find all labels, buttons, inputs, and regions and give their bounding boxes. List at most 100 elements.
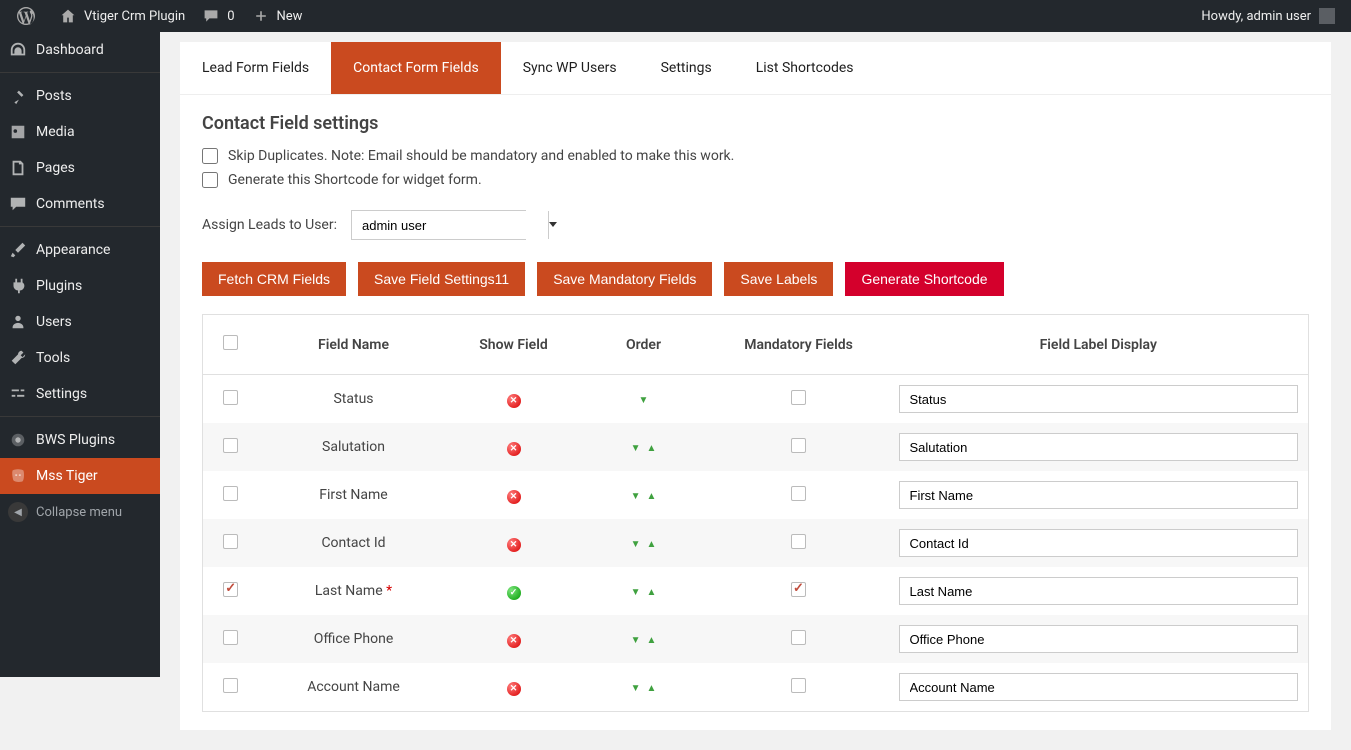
mandatory-checkbox[interactable] xyxy=(791,678,806,693)
tab-contact-form-fields[interactable]: Contact Form Fields xyxy=(331,42,501,94)
brush-icon xyxy=(8,240,28,260)
tab-list-shortcodes[interactable]: List Shortcodes xyxy=(734,42,876,94)
move-down-icon[interactable]: ▼ xyxy=(628,539,644,550)
media-icon xyxy=(8,122,28,142)
save-settings-button[interactable]: Save Field Settings11 xyxy=(358,262,525,296)
row-checkbox[interactable] xyxy=(223,678,238,693)
skip-duplicates-checkbox[interactable] xyxy=(202,148,218,164)
sidebar-menu: Dashboard Posts MediaPagesComments Appearan… xyxy=(0,32,160,494)
mandatory-checkbox[interactable] xyxy=(791,630,806,645)
show-field-status-icon[interactable]: ✕ xyxy=(507,442,521,456)
sidebar-item-posts[interactable]: Posts xyxy=(0,78,160,114)
move-up-icon[interactable]: ▲ xyxy=(644,491,660,502)
move-down-icon[interactable]: ▼ xyxy=(628,491,644,502)
mandatory-checkbox[interactable] xyxy=(791,390,806,405)
row-checkbox[interactable] xyxy=(223,390,238,405)
field-label-input[interactable] xyxy=(899,433,1299,461)
sidebar-item-label: Appearance xyxy=(36,242,110,258)
row-checkbox[interactable] xyxy=(223,630,238,645)
comments-item[interactable]: 0 xyxy=(193,0,242,32)
show-field-status-icon[interactable]: ✕ xyxy=(507,394,521,408)
mandatory-checkbox[interactable] xyxy=(791,486,806,501)
howdy-item[interactable]: Howdy, admin user xyxy=(1193,0,1343,32)
site-home-item[interactable]: Vtiger Crm Plugin xyxy=(50,0,193,32)
mandatory-checkbox[interactable] xyxy=(791,534,806,549)
new-label: New xyxy=(277,9,303,24)
assign-user-input[interactable] xyxy=(352,211,548,239)
row-checkbox[interactable] xyxy=(223,582,238,597)
wp-logo-item[interactable] xyxy=(8,0,50,32)
show-field-status-icon[interactable]: ✕ xyxy=(507,682,521,696)
chevron-down-icon[interactable] xyxy=(548,211,557,239)
sidebar-item-appearance[interactable]: Appearance xyxy=(0,232,160,268)
table-row: Office Phone✕▼▲ xyxy=(203,615,1309,663)
field-label-input[interactable] xyxy=(899,481,1299,509)
sidebar-item-comments[interactable]: Comments xyxy=(0,186,160,222)
sidebar-item-label: Mss Tiger xyxy=(36,468,98,484)
field-label-input[interactable] xyxy=(899,577,1299,605)
user-icon xyxy=(8,312,28,332)
show-field-status-icon[interactable]: ✕ xyxy=(507,538,521,552)
sidebar-item-settings[interactable]: Settings xyxy=(0,376,160,412)
tab-settings[interactable]: Settings xyxy=(639,42,734,94)
tab-sync-wp-users[interactable]: Sync WP Users xyxy=(501,42,639,94)
sidebar-item-media[interactable]: Media xyxy=(0,114,160,150)
field-name-cell: Contact Id xyxy=(259,519,449,567)
move-down-icon[interactable]: ▼ xyxy=(628,683,644,694)
field-label-input[interactable] xyxy=(899,529,1299,557)
mandatory-checkbox[interactable] xyxy=(791,438,806,453)
collapse-label: Collapse menu xyxy=(36,505,122,520)
mandatory-checkbox[interactable] xyxy=(791,582,806,597)
move-up-icon[interactable]: ▲ xyxy=(644,443,660,454)
sidebar-item-plugins[interactable]: Plugins xyxy=(0,268,160,304)
row-checkbox[interactable] xyxy=(223,486,238,501)
show-field-status-icon[interactable]: ✕ xyxy=(507,634,521,648)
tabs-nav: Lead Form FieldsContact Form FieldsSync … xyxy=(180,42,1331,95)
sidebar-item-pages[interactable]: Pages xyxy=(0,150,160,186)
save-labels-button[interactable]: Save Labels xyxy=(724,262,833,296)
site-title: Vtiger Crm Plugin xyxy=(84,9,185,24)
show-field-status-icon[interactable]: ✓ xyxy=(507,586,521,600)
generate-shortcode-button[interactable]: Generate Shortcode xyxy=(845,262,1003,296)
fetch-crm-button[interactable]: Fetch CRM Fields xyxy=(202,262,346,296)
field-name-cell: Status xyxy=(259,375,449,424)
save-mandatory-button[interactable]: Save Mandatory Fields xyxy=(537,262,712,296)
field-label-input[interactable] xyxy=(899,385,1299,413)
sidebar-item-dashboard[interactable]: Dashboard xyxy=(0,32,160,68)
sidebar-item-users[interactable]: Users xyxy=(0,304,160,340)
row-checkbox[interactable] xyxy=(223,438,238,453)
tab-lead-form-fields[interactable]: Lead Form Fields xyxy=(180,42,331,94)
plug-icon xyxy=(8,276,28,296)
fields-table: Field Name Show Field Order Mandatory Fi… xyxy=(202,314,1309,712)
generate-shortcode-checkbox[interactable] xyxy=(202,172,218,188)
move-up-icon[interactable]: ▲ xyxy=(644,635,660,646)
move-up-icon[interactable]: ▲ xyxy=(644,587,660,598)
field-label-input[interactable] xyxy=(899,625,1299,653)
table-row: Last Name *✓▼▲ xyxy=(203,567,1309,615)
show-field-status-icon[interactable]: ✕ xyxy=(507,490,521,504)
sidebar-item-label: BWS Plugins xyxy=(36,432,115,448)
tiger-icon xyxy=(8,466,28,486)
move-down-icon[interactable]: ▼ xyxy=(628,443,644,454)
move-up-icon[interactable]: ▲ xyxy=(644,539,660,550)
admin-sidebar: Dashboard Posts MediaPagesComments Appearan… xyxy=(0,32,160,677)
collapse-menu[interactable]: ◀ Collapse menu xyxy=(0,494,160,530)
sidebar-item-label: Posts xyxy=(36,88,72,104)
field-name-cell: First Name xyxy=(259,471,449,519)
new-item[interactable]: New xyxy=(243,0,311,32)
move-down-icon[interactable]: ▼ xyxy=(628,587,644,598)
select-all-checkbox[interactable] xyxy=(223,335,238,350)
move-down-icon[interactable]: ▼ xyxy=(636,395,652,406)
sidebar-item-bws-plugins[interactable]: BWS Plugins xyxy=(0,422,160,458)
sidebar-item-tools[interactable]: Tools xyxy=(0,340,160,376)
move-down-icon[interactable]: ▼ xyxy=(628,635,644,646)
table-row: Salutation✕▼▲ xyxy=(203,423,1309,471)
sidebar-item-mss-tiger[interactable]: Mss Tiger xyxy=(0,458,160,494)
move-up-icon[interactable]: ▲ xyxy=(644,683,660,694)
sliders-icon xyxy=(8,384,28,404)
field-label-input[interactable] xyxy=(899,673,1299,701)
sidebar-item-label: Settings xyxy=(36,386,87,402)
row-checkbox[interactable] xyxy=(223,534,238,549)
assign-user-select[interactable] xyxy=(351,210,526,240)
comments-count: 0 xyxy=(227,9,234,24)
